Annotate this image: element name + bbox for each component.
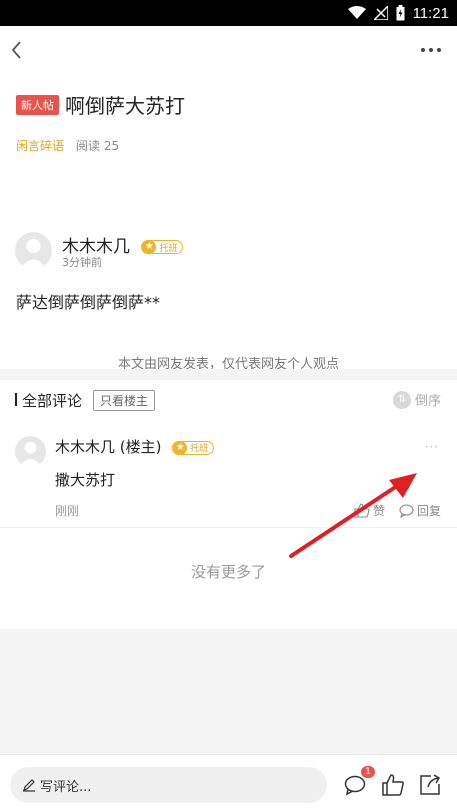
write-placeholder: 写评论... [40,779,92,795]
wifi-icon [347,6,366,19]
author-time: 3分钟前 [62,256,102,269]
share-icon[interactable] [418,773,442,797]
battery-icon [396,5,405,21]
comment-author-row: 木木木几 (楼主) ★ 托班 [55,436,215,457]
avatar[interactable] [15,232,52,269]
title-row: 新人帖 啊倒萨大苏打 [16,90,185,119]
sort-icon: ⇅ [392,390,411,409]
star-icon: ★ [173,440,188,455]
header-accent-bar [15,393,17,406]
comment-author[interactable]: 木木木几 (楼主) [55,438,161,456]
comment-text: 撒大苏打 [55,471,116,489]
status-time: 11:21 [412,4,449,22]
like-icon[interactable] [381,773,405,797]
status-bar: 11:21 [0,0,457,26]
post-page: 新人帖 啊倒萨大苏打 闲言碎语 阅读 25 木木木几 ★ 托班 3分钟前 萨达倒萨… [0,26,457,424]
post-category[interactable]: 闲言碎语 [16,137,64,154]
star-icon: ★ [142,240,157,254]
bottom-bar: 写评论... 1 [0,754,457,812]
post-meta: 闲言碎语 阅读 25 [16,137,119,154]
sort-button[interactable]: ⇅ 倒序 [392,390,441,409]
new-post-tag: 新人帖 [16,94,59,115]
section-divider [0,369,457,380]
comment-more-button[interactable]: ··· [425,440,439,454]
signal-icon [373,6,388,20]
post-body: 萨达倒萨倒萨倒萨** [16,293,161,312]
post-title: 啊倒萨大苏打 [65,94,185,118]
comments-header: 全部评论 只看楼主 ⇅ 倒序 [0,380,457,420]
no-more-text: 没有更多了 [190,563,266,581]
top-bar [0,26,457,74]
author-badge-label: 托班 [159,243,178,254]
back-icon[interactable] [8,38,30,62]
annotation-arrow-icon [289,473,417,558]
pencil-icon [23,779,35,792]
post-article: 新人帖 啊倒萨大苏打 闲言碎语 阅读 25 木木木几 ★ 托班 3分钟前 萨达倒萨… [0,74,457,424]
avatar-placeholder-icon [19,441,42,467]
author-badge: ★ 托班 [141,240,184,254]
post-reads: 阅读 25 [76,139,120,153]
write-comment-input[interactable]: 写评论... [10,767,327,803]
comment-badge-label: 托班 [190,444,209,454]
comment-badge: ★ 托班 [172,440,215,455]
status-icons: 11:21 [347,3,449,23]
only-host-button[interactable]: 只看楼主 [93,390,156,411]
avatar[interactable] [15,436,46,467]
avatar-placeholder-icon [20,239,47,269]
comments-title: 全部评论 [22,392,83,410]
sort-label: 倒序 [414,394,441,409]
comment-time: 刚刚 [55,504,80,518]
more-icon[interactable] [419,38,443,62]
comment-count-badge: 1 [361,766,375,778]
